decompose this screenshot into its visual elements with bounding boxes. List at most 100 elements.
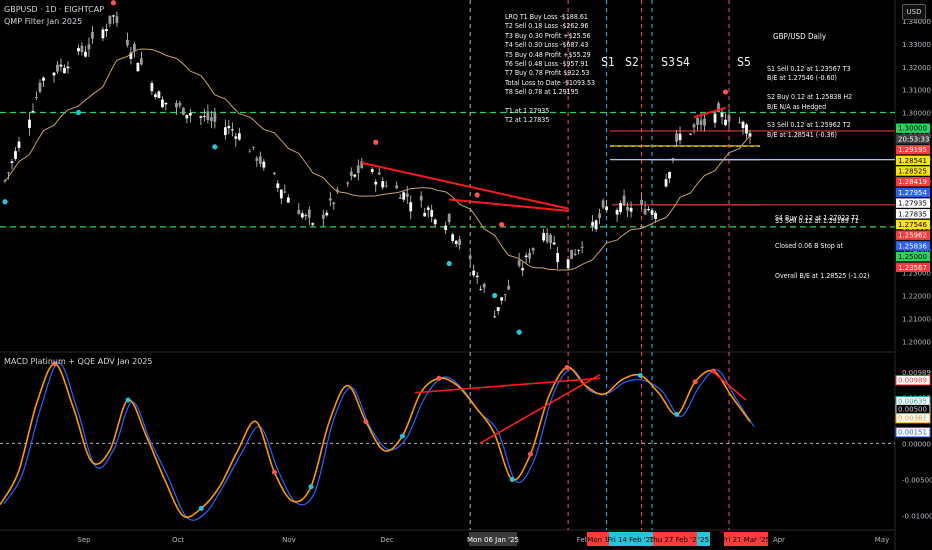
candle xyxy=(185,114,189,119)
candle xyxy=(258,156,262,164)
candle xyxy=(402,192,406,200)
candle xyxy=(395,185,399,189)
candle xyxy=(136,62,140,72)
signal-label-s5: S5 xyxy=(737,55,751,69)
price-tick: 1.20000 xyxy=(902,338,931,346)
macd-value-label: 0.00151 xyxy=(898,429,927,437)
candle xyxy=(713,113,717,123)
candle xyxy=(164,102,168,105)
macd-signal-dot xyxy=(692,379,698,385)
price-tick: 1.21000 xyxy=(902,315,931,323)
time-tick: Nov xyxy=(282,536,296,544)
macd-signal-dot xyxy=(436,375,442,381)
candle xyxy=(206,111,210,121)
macd-signal-dot xyxy=(271,469,277,475)
time-tick: Apr xyxy=(773,536,785,544)
teal-signal-dot xyxy=(75,109,82,116)
candle xyxy=(311,223,315,225)
candle xyxy=(458,239,462,246)
candle xyxy=(626,206,629,211)
macd-indicator-title[interactable]: MACD Platinum + QQE ADV Jan 2025 xyxy=(4,357,153,366)
trade-log-line: T8 Sell 0.78 at 1.29195 xyxy=(505,88,579,97)
candle xyxy=(528,252,532,259)
candle xyxy=(703,118,706,126)
candle xyxy=(370,169,374,173)
candle xyxy=(668,172,671,179)
candle xyxy=(56,64,59,72)
candle xyxy=(153,94,157,98)
candle xyxy=(423,212,427,217)
macd-tick: -0.00500 xyxy=(902,476,932,484)
candle xyxy=(283,191,287,193)
price-tick: 1.22000 xyxy=(902,293,931,301)
candle xyxy=(493,316,497,318)
candle xyxy=(496,307,500,312)
s4-note: S4 Buy 0.12 at 1.27923 T1 Closed 0.06 B … xyxy=(775,195,859,261)
candle xyxy=(482,283,486,288)
candle xyxy=(531,248,535,251)
price-label: 1.27546 xyxy=(898,221,927,229)
trade-log-line xyxy=(505,98,595,107)
price-label: 1.27954 xyxy=(898,189,927,197)
candle xyxy=(430,210,434,217)
candle xyxy=(140,58,143,65)
price-label: 1.30000 xyxy=(898,125,927,133)
candle xyxy=(451,234,455,241)
time-tick: May xyxy=(875,536,889,544)
candle xyxy=(63,68,66,74)
candle xyxy=(276,183,280,188)
candle xyxy=(444,225,448,231)
price-label: 1.25962 xyxy=(898,232,927,240)
candle xyxy=(59,64,63,67)
candle xyxy=(115,16,119,24)
trade-log-line: T5 Buy 0.48 Profit +$55.29 xyxy=(505,50,591,59)
candle xyxy=(426,207,430,210)
candle xyxy=(325,212,329,216)
price-label: 1.23567 xyxy=(898,264,927,272)
currency-button[interactable]: USD xyxy=(902,4,926,20)
candle xyxy=(384,185,388,187)
candle xyxy=(84,51,87,57)
candle xyxy=(654,212,657,220)
candle xyxy=(101,29,105,39)
macd-signal-dot xyxy=(527,451,533,457)
candle xyxy=(573,253,577,256)
candle xyxy=(500,297,504,301)
macd-signal-dot xyxy=(399,433,405,439)
candle xyxy=(251,146,255,148)
daily-note-line: B/E at 1.28541 (-0.36) xyxy=(767,130,837,139)
trade-log-line: T2 at 1.27835 xyxy=(505,116,550,125)
candle xyxy=(619,203,622,213)
price-label: 1.28541 xyxy=(898,157,927,165)
macd-tick: -0.01000 xyxy=(902,513,932,521)
chart-header: GBPUSD · 1D · EIGHTCAP QMP Filter Jan 20… xyxy=(4,4,104,28)
candle xyxy=(80,45,84,53)
candle xyxy=(594,220,598,230)
daily-note-line: B/E N/A as Hedged xyxy=(767,102,827,111)
indicator-line[interactable]: QMP Filter Jan 2025 xyxy=(4,16,104,28)
candle xyxy=(521,268,525,271)
daily-note-line: S3 Sell 0.12 at 1.25962 T2 xyxy=(767,121,851,130)
candle xyxy=(307,209,311,218)
candle xyxy=(433,219,437,225)
candle xyxy=(650,210,654,215)
candle xyxy=(279,189,283,199)
candle xyxy=(696,118,699,125)
daily-note-line: S1 Sell 0.12 at 1.23567 T3 xyxy=(767,65,851,74)
date-highlight-label: Mon 1 xyxy=(587,536,608,544)
candle xyxy=(328,198,332,201)
date-highlight-label: Thu 27 Feb '25 xyxy=(648,536,701,544)
trade-log: LRQ T1 Buy Loss -$188.61 T2 Sell 0.18 Los… xyxy=(505,13,595,126)
s5-note: S5 Sell 0.12 at 1.29189 T1 xyxy=(775,217,859,225)
macd-value-label: 0.00361 xyxy=(898,415,927,423)
candle xyxy=(66,66,70,69)
price-tick: 1.30000 xyxy=(902,110,931,118)
candle xyxy=(640,199,643,205)
macd-value-label: 0.00989 xyxy=(898,377,927,385)
symbol-line[interactable]: GBPUSD · 1D · EIGHTCAP xyxy=(4,4,104,16)
candle xyxy=(178,102,182,106)
s4-note-line-2: Closed 0.06 B Stop at xyxy=(775,242,844,251)
macd-signal-dot xyxy=(363,419,369,425)
candle xyxy=(419,195,423,201)
price-label: 1.28419 xyxy=(898,178,927,186)
